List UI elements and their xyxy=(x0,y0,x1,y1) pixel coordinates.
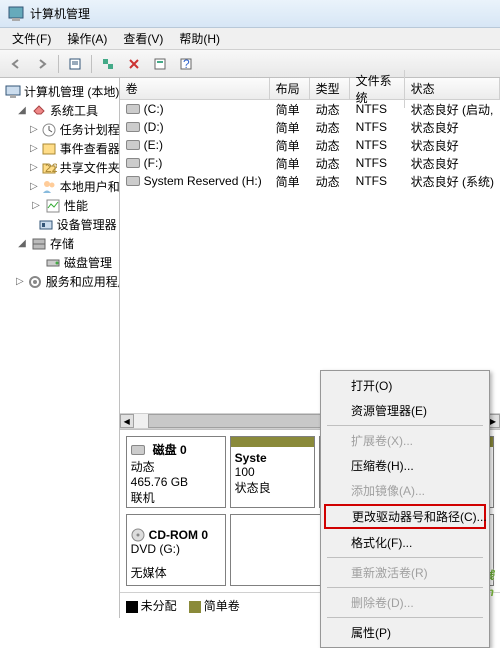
volume-row[interactable]: (F:)简单动态NTFS状态良好 xyxy=(120,154,500,172)
cdrom-icon xyxy=(131,528,145,542)
ctx-properties[interactable]: 属性(P) xyxy=(323,620,487,645)
menu-file[interactable]: 文件(F) xyxy=(4,28,59,49)
menu-view[interactable]: 查看(V) xyxy=(115,28,171,49)
disk0-label[interactable]: 磁盘 0 动态 465.76 GB 联机 xyxy=(126,436,226,508)
ctx-mirror: 添加镜像(A)... xyxy=(323,478,487,503)
options-button[interactable]: ? xyxy=(174,53,198,75)
tree-devmgr[interactable]: 设备管理器 xyxy=(2,215,117,234)
collapse-icon[interactable]: ◢ xyxy=(16,105,28,116)
scroll-thumb[interactable] xyxy=(148,414,328,428)
context-menu: 打开(O) 资源管理器(E) 扩展卷(X)... 压缩卷(H)... 添加镜像(… xyxy=(320,370,490,648)
title-bar: 计算机管理 xyxy=(0,0,500,28)
volume-icon xyxy=(126,140,140,150)
expand-icon[interactable]: ▷ xyxy=(30,143,38,154)
volume-icon xyxy=(126,158,140,168)
folder-icon: 22 xyxy=(41,160,57,176)
legend-unalloc: 未分配 xyxy=(126,597,177,614)
tree-root[interactable]: 计算机管理 (本地) xyxy=(2,82,117,101)
col-layout[interactable]: 布局 xyxy=(270,78,310,99)
expand-icon[interactable]: ▷ xyxy=(30,162,38,173)
column-headers: 卷 布局 类型 文件系统 状态 xyxy=(120,78,500,100)
cdrom-label[interactable]: CD-ROM 0 DVD (G:) 无媒体 xyxy=(126,514,226,586)
col-status[interactable]: 状态 xyxy=(405,78,500,99)
users-icon xyxy=(41,179,57,195)
expand-icon[interactable]: ▷ xyxy=(16,276,24,287)
refresh-button[interactable] xyxy=(96,53,120,75)
col-volume[interactable]: 卷 xyxy=(120,78,270,99)
storage-icon xyxy=(31,236,47,252)
expand-icon[interactable]: ▷ xyxy=(30,124,38,135)
volume-row[interactable]: (D:)简单动态NTFS状态良好 xyxy=(120,118,500,136)
delete-button[interactable] xyxy=(122,53,146,75)
services-icon xyxy=(27,274,43,290)
tree-systools[interactable]: ◢系统工具 xyxy=(2,101,117,120)
col-type[interactable]: 类型 xyxy=(310,78,350,99)
window-title: 计算机管理 xyxy=(30,5,90,22)
ctx-format[interactable]: 格式化(F)... xyxy=(323,530,487,555)
hdd-icon xyxy=(131,445,145,455)
volume-icon xyxy=(126,122,140,132)
svg-text:?: ? xyxy=(183,57,190,71)
back-button[interactable] xyxy=(4,53,28,75)
tree-storage[interactable]: ◢存储 xyxy=(2,234,117,253)
volume-row[interactable]: System Reserved (H:)简单动态NTFS状态良好 (系统) xyxy=(120,172,500,190)
ctx-shrink[interactable]: 压缩卷(H)... xyxy=(323,453,487,478)
expand-icon[interactable]: ▷ xyxy=(30,200,42,211)
expand-icon[interactable]: ▷ xyxy=(30,181,38,192)
volume-row[interactable]: (C:)简单动态NTFS状态良好 (启动, xyxy=(120,100,500,118)
ctx-extend: 扩展卷(X)... xyxy=(323,428,487,453)
partition[interactable]: Syste100状态良 xyxy=(230,436,315,508)
volume-row[interactable]: (E:)简单动态NTFS状态良好 xyxy=(120,136,500,154)
clock-icon xyxy=(41,122,57,138)
ctx-delete: 删除卷(D)... xyxy=(323,590,487,615)
perf-icon xyxy=(45,198,61,214)
svg-text:22: 22 xyxy=(45,161,57,175)
tree-shares[interactable]: ▷22共享文件夹 xyxy=(2,158,117,177)
ctx-change-drive-letter[interactable]: 更改驱动器号和路径(C)... xyxy=(324,504,486,529)
legend-simple: 简单卷 xyxy=(189,597,240,614)
menu-help[interactable]: 帮助(H) xyxy=(171,28,228,49)
volume-icon xyxy=(126,176,140,186)
tree-users[interactable]: ▷本地用户和组 xyxy=(2,177,117,196)
ctx-explorer[interactable]: 资源管理器(E) xyxy=(323,398,487,423)
tree-eventviewer[interactable]: ▷事件查看器 xyxy=(2,139,117,158)
menu-action[interactable]: 操作(A) xyxy=(59,28,115,49)
toolbar: ? xyxy=(0,50,500,78)
app-icon xyxy=(8,6,24,22)
tree-diskmgmt[interactable]: 磁盘管理 xyxy=(2,253,117,272)
computer-icon xyxy=(5,84,21,100)
tree-scheduler[interactable]: ▷任务计划程序 xyxy=(2,120,117,139)
tools-icon xyxy=(31,103,47,119)
volume-icon xyxy=(126,104,140,114)
forward-button[interactable] xyxy=(30,53,54,75)
event-icon xyxy=(41,141,57,157)
collapse-icon[interactable]: ◢ xyxy=(16,238,28,249)
ctx-open[interactable]: 打开(O) xyxy=(323,373,487,398)
ctx-reactivate: 重新激活卷(R) xyxy=(323,560,487,585)
tree-services[interactable]: ▷服务和应用程序 xyxy=(2,272,117,291)
scroll-left-icon[interactable]: ◀ xyxy=(120,414,134,428)
menu-bar: 文件(F) 操作(A) 查看(V) 帮助(H) xyxy=(0,28,500,50)
tree-perf[interactable]: ▷性能 xyxy=(2,196,117,215)
device-icon xyxy=(38,217,54,233)
properties-button[interactable] xyxy=(63,53,87,75)
nav-tree: 计算机管理 (本地) ◢系统工具 ▷任务计划程序 ▷事件查看器 ▷22共享文件夹… xyxy=(0,78,120,618)
volume-list: 卷 布局 类型 文件系统 状态 (C:)简单动态NTFS状态良好 (启动,(D:… xyxy=(120,78,500,190)
help-button[interactable] xyxy=(148,53,172,75)
disk-icon xyxy=(45,255,61,271)
